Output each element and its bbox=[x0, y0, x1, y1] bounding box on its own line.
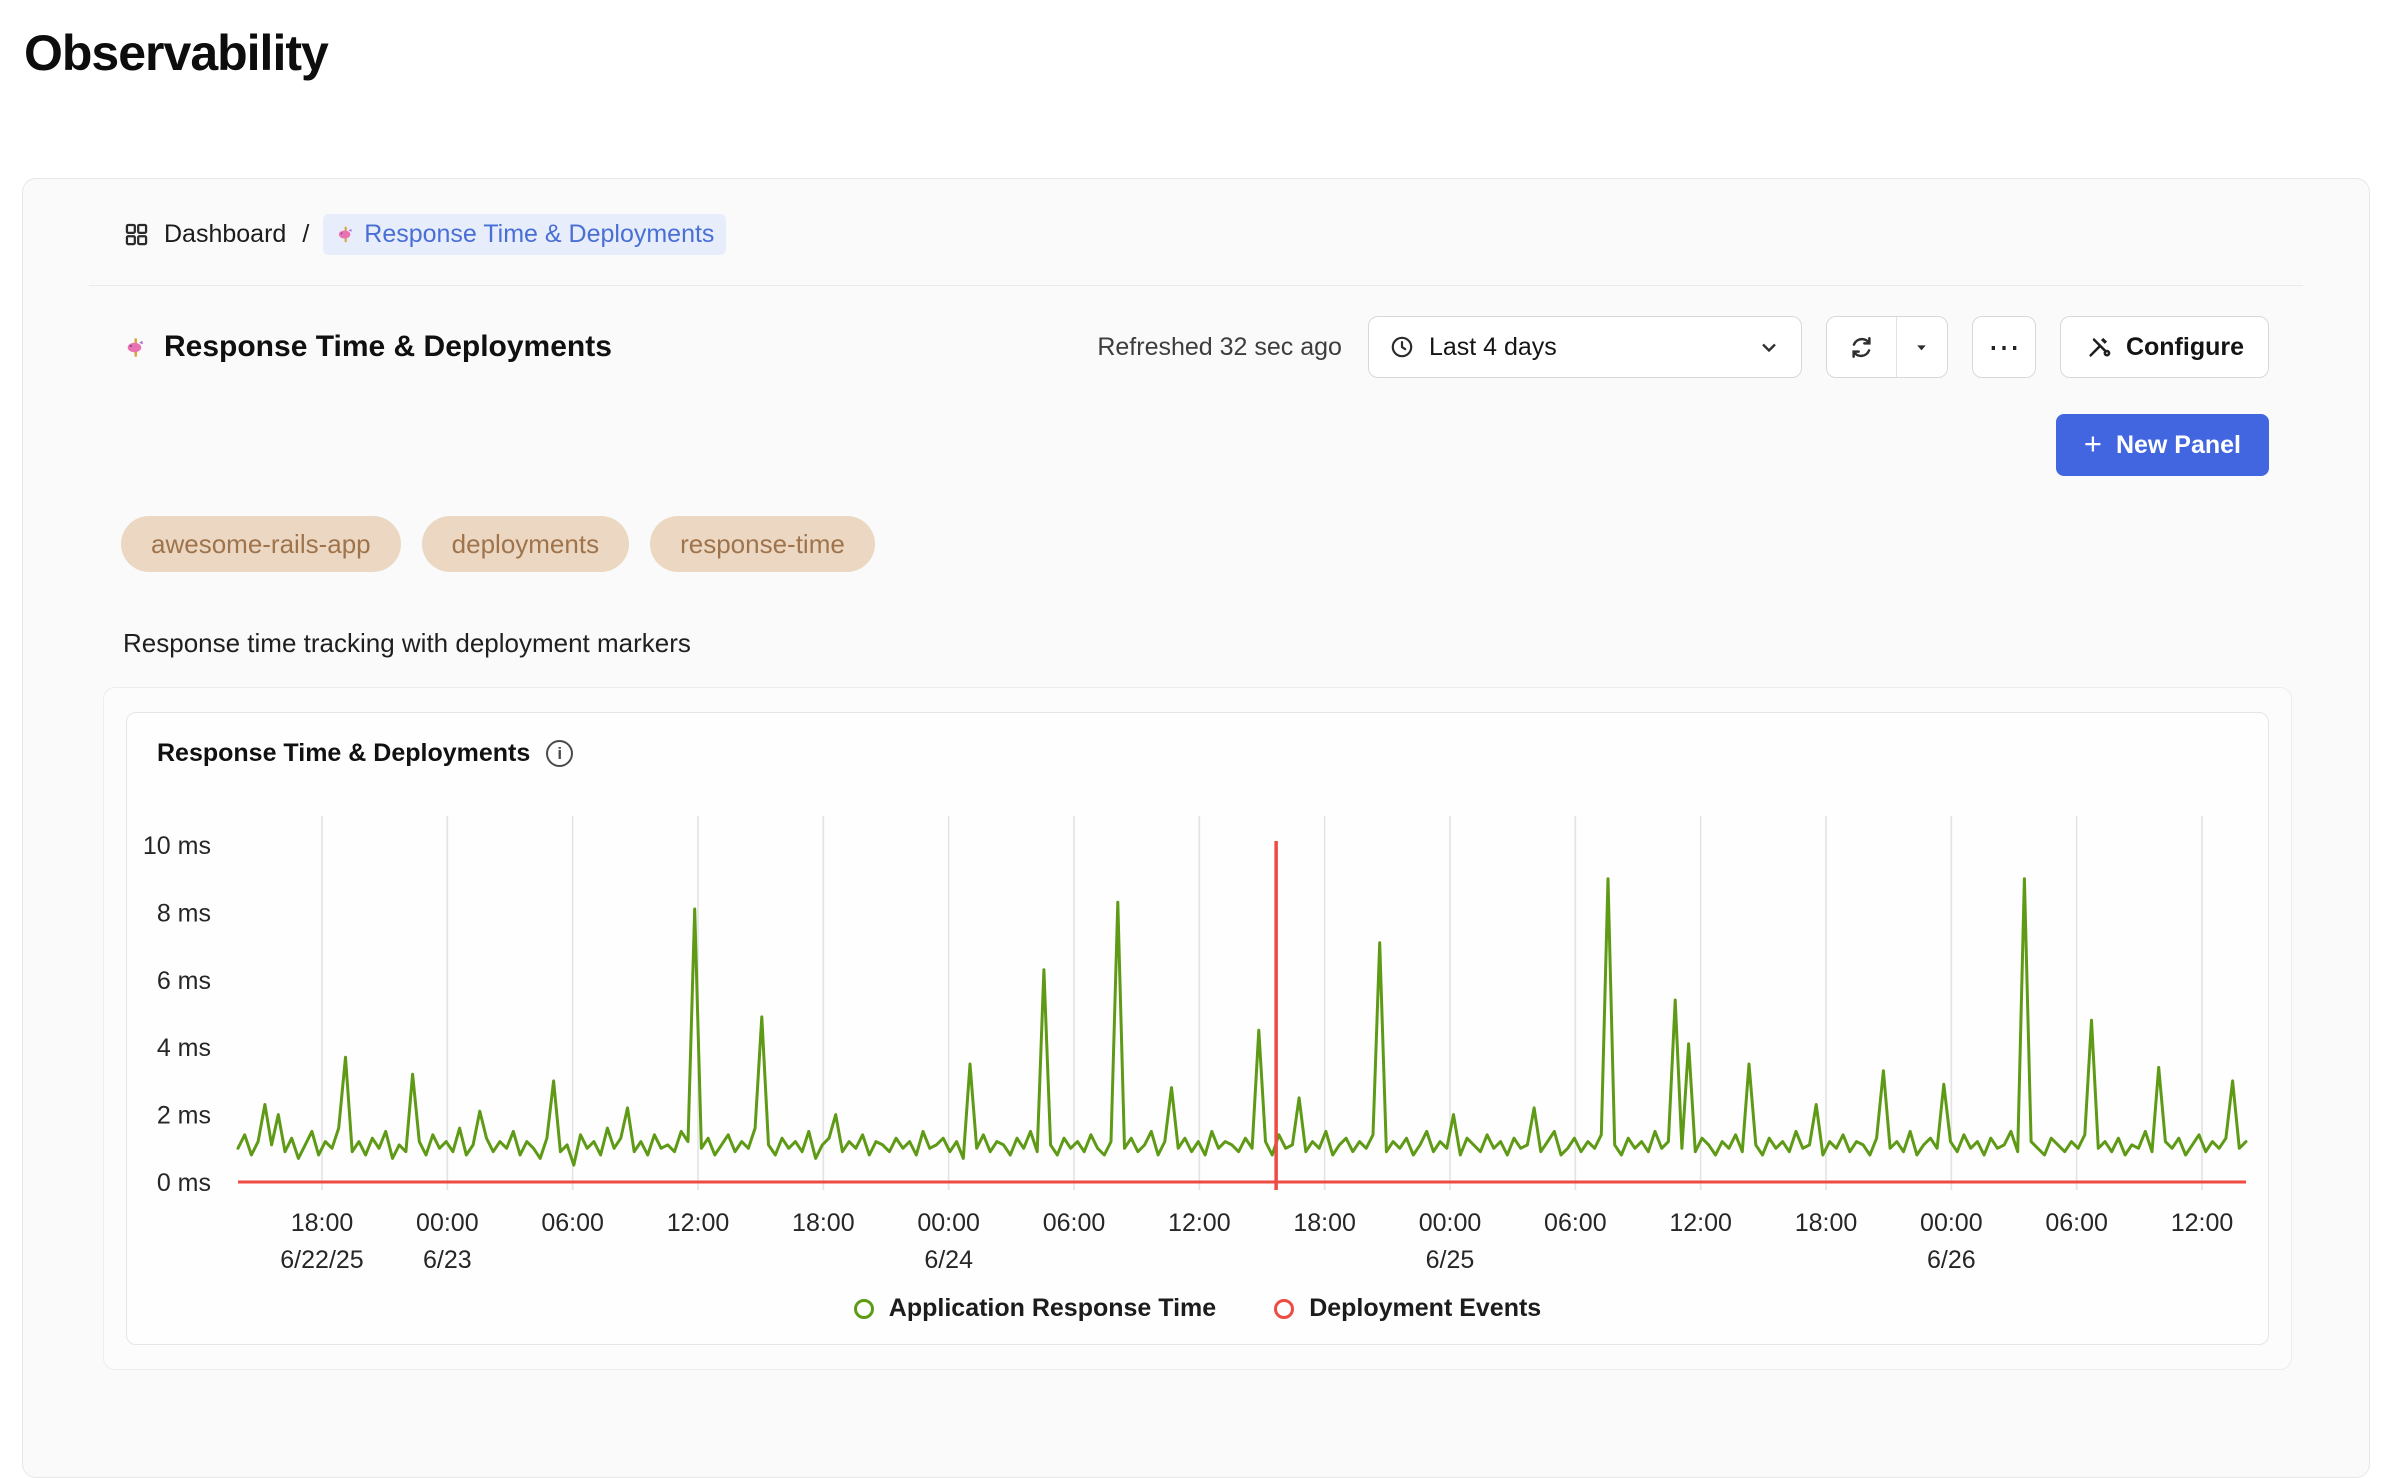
svg-text:00:00: 00:00 bbox=[1419, 1209, 1482, 1237]
plus-icon: + bbox=[2084, 426, 2102, 462]
dashboard-card: Dashboard / Response Time & Deployments bbox=[22, 178, 2370, 1478]
time-range-select[interactable]: Last 4 days bbox=[1368, 316, 1802, 378]
svg-text:4 ms: 4 ms bbox=[157, 1034, 211, 1062]
response-time-chart[interactable]: 0 ms 2 ms 4 ms 6 ms 8 ms 10 ms 18:00 00:00 06:00… bbox=[127, 816, 2270, 1278]
time-range-value: Last 4 days bbox=[1429, 333, 1743, 362]
panel-header: Response Time & Deployments Refreshed 32… bbox=[123, 316, 2269, 378]
svg-text:12:00: 12:00 bbox=[1669, 1209, 1732, 1237]
tools-icon bbox=[2085, 334, 2112, 361]
svg-text:06:00: 06:00 bbox=[541, 1209, 604, 1237]
tags-row: awesome-rails-app deployments response-t… bbox=[121, 516, 2269, 572]
more-options-button[interactable]: ⋯ bbox=[1972, 316, 2036, 378]
chart-legend: Application Response Time Deployment Eve… bbox=[127, 1294, 2268, 1323]
breadcrumb-current-label: Response Time & Deployments bbox=[364, 220, 714, 249]
header-divider bbox=[89, 285, 2303, 286]
refresh-icon bbox=[1848, 334, 1875, 361]
tag-awesome-rails-app[interactable]: awesome-rails-app bbox=[121, 516, 401, 572]
svg-text:18:00: 18:00 bbox=[291, 1209, 354, 1237]
tag-response-time[interactable]: response-time bbox=[650, 516, 875, 572]
new-panel-button[interactable]: + New Panel bbox=[2056, 414, 2269, 476]
ellipsis-icon: ⋯ bbox=[1988, 328, 2020, 366]
info-icon[interactable]: i bbox=[546, 740, 573, 767]
svg-text:2 ms: 2 ms bbox=[157, 1102, 211, 1130]
chart-card: Response Time & Deployments i 0 ms 2 ms 4 … bbox=[126, 712, 2269, 1345]
caret-down-icon bbox=[1913, 339, 1930, 356]
svg-text:12:00: 12:00 bbox=[2171, 1209, 2234, 1237]
breadcrumb: Dashboard / Response Time & Deployments bbox=[123, 213, 2303, 255]
breadcrumb-dashboard-link[interactable]: Dashboard bbox=[164, 220, 286, 249]
legend-label: Application Response Time bbox=[889, 1294, 1216, 1323]
chart-panel: Response Time & Deployments i 0 ms 2 ms 4 … bbox=[103, 687, 2292, 1370]
panel-controls: Refreshed 32 sec ago Last 4 days bbox=[1097, 316, 2269, 378]
svg-text:6/26: 6/26 bbox=[1927, 1246, 1976, 1274]
legend-label: Deployment Events bbox=[1309, 1294, 1541, 1323]
dashboard-grid-icon bbox=[123, 221, 150, 248]
chevron-down-icon bbox=[1757, 335, 1781, 359]
new-panel-label: New Panel bbox=[2116, 431, 2241, 460]
svg-text:00:00: 00:00 bbox=[917, 1209, 980, 1237]
configure-button[interactable]: Configure bbox=[2060, 316, 2269, 378]
refresh-interval-dropdown[interactable] bbox=[1897, 317, 1947, 377]
carousel-horse-icon bbox=[335, 224, 356, 245]
svg-text:0 ms: 0 ms bbox=[157, 1169, 211, 1197]
svg-text:18:00: 18:00 bbox=[792, 1209, 855, 1237]
page-title: Observability bbox=[24, 24, 2394, 82]
refreshed-status: Refreshed 32 sec ago bbox=[1097, 333, 1342, 362]
legend-item-response-time[interactable]: Application Response Time bbox=[854, 1294, 1216, 1323]
svg-text:6 ms: 6 ms bbox=[157, 967, 211, 995]
svg-text:6/25: 6/25 bbox=[1426, 1246, 1475, 1274]
svg-text:8 ms: 8 ms bbox=[157, 899, 211, 927]
breadcrumb-current-link[interactable]: Response Time & Deployments bbox=[323, 214, 726, 255]
svg-text:00:00: 00:00 bbox=[1920, 1209, 1983, 1237]
svg-text:12:00: 12:00 bbox=[667, 1209, 730, 1237]
configure-label: Configure bbox=[2126, 333, 2244, 362]
svg-text:18:00: 18:00 bbox=[1795, 1209, 1858, 1237]
panel-description: Response time tracking with deployment m… bbox=[123, 628, 2369, 659]
legend-ring-red bbox=[1274, 1299, 1294, 1319]
svg-text:12:00: 12:00 bbox=[1168, 1209, 1231, 1237]
svg-text:6/24: 6/24 bbox=[924, 1246, 973, 1274]
breadcrumb-separator: / bbox=[302, 220, 309, 249]
svg-text:6/23: 6/23 bbox=[423, 1246, 472, 1274]
svg-text:6/22/25: 6/22/25 bbox=[280, 1246, 363, 1274]
svg-text:00:00: 00:00 bbox=[416, 1209, 479, 1237]
svg-text:06:00: 06:00 bbox=[1043, 1209, 1106, 1237]
clock-icon bbox=[1389, 334, 1415, 360]
tag-deployments[interactable]: deployments bbox=[422, 516, 629, 572]
chart-title: Response Time & Deployments bbox=[157, 739, 530, 768]
panel-title: Response Time & Deployments bbox=[164, 330, 612, 364]
svg-text:06:00: 06:00 bbox=[2045, 1209, 2108, 1237]
refresh-split-button bbox=[1826, 316, 1948, 378]
carousel-horse-icon bbox=[123, 335, 148, 360]
legend-item-deployments[interactable]: Deployment Events bbox=[1274, 1294, 1541, 1323]
svg-text:10 ms: 10 ms bbox=[143, 832, 211, 860]
svg-text:06:00: 06:00 bbox=[1544, 1209, 1607, 1237]
refresh-button[interactable] bbox=[1827, 317, 1897, 377]
legend-ring-green bbox=[854, 1299, 874, 1319]
svg-text:18:00: 18:00 bbox=[1293, 1209, 1356, 1237]
